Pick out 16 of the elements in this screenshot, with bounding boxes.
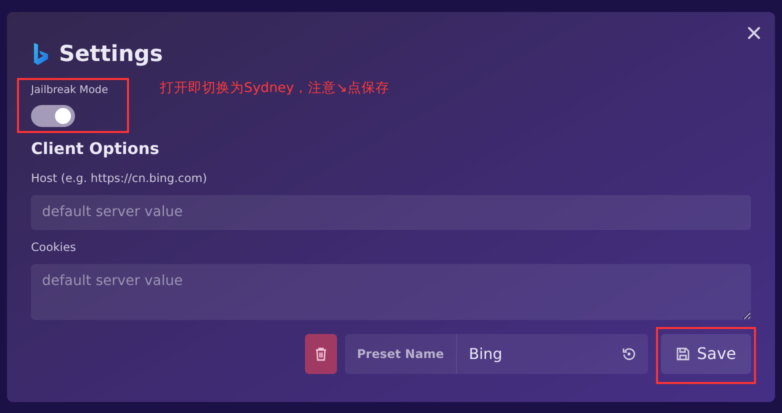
close-button[interactable] — [747, 26, 761, 40]
preset-label: Preset Name — [345, 334, 457, 374]
logo-icon — [31, 42, 51, 68]
toggle-switch[interactable] — [31, 104, 75, 127]
close-icon — [747, 26, 761, 40]
reset-icon[interactable] — [622, 347, 636, 362]
delete-button[interactable] — [305, 334, 337, 374]
trash-icon — [315, 347, 327, 362]
field-label: Host (e.g. https://cn.bing.com) — [31, 170, 208, 187]
save-icon — [676, 347, 690, 362]
annotation-text: 打开即切换为Sydney，注意↘点保存 — [160, 79, 390, 98]
toggle-label: Jailbreak Mode — [31, 83, 110, 98]
field-label: Cookies — [31, 239, 78, 256]
dialog-title: Settings — [59, 44, 163, 66]
save-button[interactable]: Save — [661, 334, 751, 374]
section-heading: Client Options — [31, 138, 160, 160]
